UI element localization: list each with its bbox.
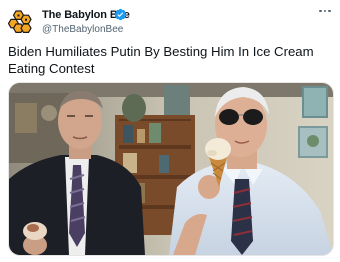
author-handle[interactable]: @TheBabylonBee	[42, 24, 123, 35]
tweet-text: Biden Humiliates Putin By Besting Him In…	[8, 44, 314, 76]
tweet-card[interactable]: The Babylon Bee @TheBabylonBee Biden Hum…	[0, 0, 340, 262]
tweet-photo[interactable]	[8, 82, 334, 256]
more-options-icon[interactable]	[318, 6, 332, 16]
babylon-bee-logo-icon[interactable]	[7, 9, 34, 35]
verified-badge-icon	[114, 8, 127, 21]
